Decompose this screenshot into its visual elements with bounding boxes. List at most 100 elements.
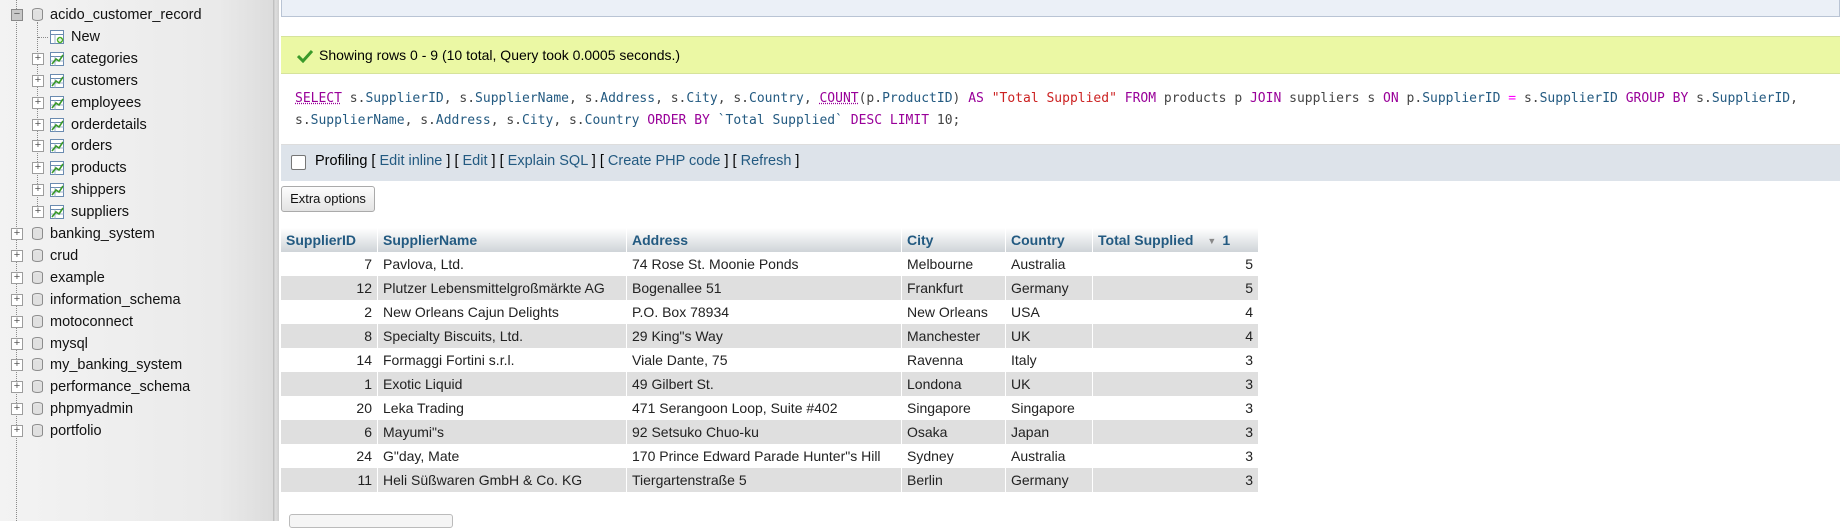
table-cell-country[interactable]: Australia bbox=[1005, 252, 1093, 276]
table-cell-city[interactable]: Frankfurt bbox=[901, 276, 1006, 300]
expand-icon[interactable]: + bbox=[11, 316, 23, 328]
expand-icon[interactable]: + bbox=[32, 206, 44, 218]
table-cell-address[interactable]: Viale Dante, 75 bbox=[626, 348, 902, 372]
expand-icon[interactable]: + bbox=[32, 53, 44, 65]
table-cell-total-supplied[interactable]: 3 bbox=[1092, 420, 1259, 444]
nav-db-example[interactable]: + example bbox=[0, 267, 270, 289]
table-row[interactable]: 8 Specialty Biscuits, Ltd. 29 King"s Way Ma… bbox=[281, 324, 1259, 348]
table-cell-suppliername[interactable]: Plutzer Lebensmittelgroßmärkte AG bbox=[377, 276, 627, 300]
table-cell-address[interactable]: Bogenallee 51 bbox=[626, 276, 902, 300]
expand-icon[interactable]: + bbox=[11, 294, 23, 306]
profiling-checkbox[interactable] bbox=[291, 155, 306, 170]
nav-table-suppliers[interactable]: + suppliers bbox=[0, 201, 270, 223]
expand-icon[interactable]: + bbox=[32, 97, 44, 109]
table-cell-city[interactable]: Sydney bbox=[901, 444, 1006, 468]
table-cell-supplierid[interactable]: 20 bbox=[281, 396, 378, 420]
edit-link[interactable]: Edit bbox=[463, 153, 488, 169]
table-cell-country[interactable]: Singapore bbox=[1005, 396, 1093, 420]
table-cell-address[interactable]: Tiergartenstraße 5 bbox=[626, 468, 902, 492]
table-cell-suppliername[interactable]: Formaggi Fortini s.r.l. bbox=[377, 348, 627, 372]
table-cell-suppliername[interactable]: Leka Trading bbox=[377, 396, 627, 420]
table-cell-address[interactable]: P.O. Box 78934 bbox=[626, 300, 902, 324]
expand-icon[interactable]: + bbox=[32, 162, 44, 174]
create-php-code-link[interactable]: Create PHP code bbox=[608, 153, 721, 169]
expand-icon[interactable]: + bbox=[11, 359, 23, 371]
table-cell-city[interactable]: New Orleans bbox=[901, 300, 1006, 324]
nav-db-portfolio[interactable]: + portfolio bbox=[0, 420, 270, 442]
expand-icon[interactable]: + bbox=[11, 425, 23, 437]
nav-table-customers[interactable]: + customers bbox=[0, 70, 270, 92]
expand-icon[interactable]: + bbox=[11, 338, 23, 350]
table-row[interactable]: 2 New Orleans Cajun Delights P.O. Box 7893… bbox=[281, 300, 1259, 324]
sql-query-box[interactable]: SELECT s.SupplierID, s.SupplierName, s.A… bbox=[281, 74, 1840, 145]
table-row[interactable]: 1 Exotic Liquid 49 Gilbert St. Londona UK 3 bbox=[281, 372, 1259, 396]
table-cell-supplierid[interactable]: 8 bbox=[281, 324, 378, 348]
table-cell-country[interactable]: USA bbox=[1005, 300, 1093, 324]
table-cell-supplierid[interactable]: 11 bbox=[281, 468, 378, 492]
table-cell-address[interactable]: 49 Gilbert St. bbox=[626, 372, 902, 396]
table-cell-suppliername[interactable]: Specialty Biscuits, Ltd. bbox=[377, 324, 627, 348]
expand-icon[interactable]: + bbox=[32, 184, 44, 196]
table-cell-total-supplied[interactable]: 3 bbox=[1092, 348, 1259, 372]
table-cell-address[interactable]: 92 Setsuko Chuo-ku bbox=[626, 420, 902, 444]
column-header-address[interactable]: Address bbox=[626, 228, 902, 252]
expand-icon[interactable]: + bbox=[11, 228, 23, 240]
extra-options-button[interactable]: Extra options bbox=[281, 186, 375, 212]
column-header-city[interactable]: City bbox=[901, 228, 1006, 252]
table-cell-country[interactable]: Germany bbox=[1005, 276, 1093, 300]
edit-inline-link[interactable]: Edit inline bbox=[379, 153, 442, 169]
table-cell-address[interactable]: 471 Serangoon Loop, Suite #402 bbox=[626, 396, 902, 420]
table-cell-supplierid[interactable]: 12 bbox=[281, 276, 378, 300]
query-results-operations[interactable] bbox=[289, 514, 453, 528]
explain-sql-link[interactable]: Explain SQL bbox=[508, 153, 588, 169]
table-cell-suppliername[interactable]: Pavlova, Ltd. bbox=[377, 252, 627, 276]
table-cell-total-supplied[interactable]: 3 bbox=[1092, 396, 1259, 420]
table-cell-city[interactable]: Osaka bbox=[901, 420, 1006, 444]
table-cell-supplierid[interactable]: 1 bbox=[281, 372, 378, 396]
nav-db-my_banking_system[interactable]: + my_banking_system bbox=[0, 354, 270, 376]
table-cell-supplierid[interactable]: 2 bbox=[281, 300, 378, 324]
table-row[interactable]: 6 Mayumi"s 92 Setsuko Chuo-ku Osaka Japan 3 bbox=[281, 420, 1259, 444]
table-cell-address[interactable]: 29 King"s Way bbox=[626, 324, 902, 348]
expand-icon[interactable]: + bbox=[11, 250, 23, 262]
nav-db-mysql[interactable]: + mysql bbox=[0, 333, 270, 355]
table-cell-city[interactable]: Manchester bbox=[901, 324, 1006, 348]
column-header-suppliername[interactable]: SupplierName bbox=[377, 228, 627, 252]
sort-descending-icon[interactable]: ▼ bbox=[1207, 236, 1216, 246]
collapse-icon[interactable]: − bbox=[11, 9, 23, 21]
table-cell-country[interactable]: UK bbox=[1005, 372, 1093, 396]
nav-table-products[interactable]: + products bbox=[0, 157, 270, 179]
table-cell-total-supplied[interactable]: 3 bbox=[1092, 468, 1259, 492]
expand-icon[interactable]: + bbox=[32, 75, 44, 87]
table-cell-total-supplied[interactable]: 3 bbox=[1092, 372, 1259, 396]
nav-db-banking_system[interactable]: + banking_system bbox=[0, 223, 270, 245]
nav-table-employees[interactable]: + employees bbox=[0, 92, 270, 114]
table-cell-address[interactable]: 74 Rose St. Moonie Ponds bbox=[626, 252, 902, 276]
table-cell-country[interactable]: Japan bbox=[1005, 420, 1093, 444]
expand-icon[interactable]: + bbox=[11, 403, 23, 415]
table-row[interactable]: 12 Plutzer Lebensmittelgroßmärkte AG Bogen… bbox=[281, 276, 1259, 300]
table-cell-total-supplied[interactable]: 3 bbox=[1092, 444, 1259, 468]
table-cell-suppliername[interactable]: G"day, Mate bbox=[377, 444, 627, 468]
table-cell-suppliername[interactable]: Mayumi"s bbox=[377, 420, 627, 444]
table-cell-total-supplied[interactable]: 4 bbox=[1092, 324, 1259, 348]
table-cell-city[interactable]: Melbourne bbox=[901, 252, 1006, 276]
expand-icon[interactable]: + bbox=[11, 272, 23, 284]
table-cell-city[interactable]: Berlin bbox=[901, 468, 1006, 492]
table-row[interactable]: 11 Heli Süßwaren GmbH & Co. KG Tiergartens… bbox=[281, 468, 1259, 492]
table-row[interactable]: 14 Formaggi Fortini s.r.l. Viale Dante, 75… bbox=[281, 348, 1259, 372]
expand-icon[interactable]: + bbox=[32, 140, 44, 152]
column-header-supplierid[interactable]: SupplierID bbox=[281, 228, 378, 252]
expand-icon[interactable]: + bbox=[11, 381, 23, 393]
refresh-link[interactable]: Refresh bbox=[741, 153, 792, 169]
table-cell-country[interactable]: UK bbox=[1005, 324, 1093, 348]
table-cell-suppliername[interactable]: Heli Süßwaren GmbH & Co. KG bbox=[377, 468, 627, 492]
table-cell-supplierid[interactable]: 6 bbox=[281, 420, 378, 444]
table-row[interactable]: 20 Leka Trading 471 Serangoon Loop, Suite … bbox=[281, 396, 1259, 420]
table-cell-total-supplied[interactable]: 5 bbox=[1092, 252, 1259, 276]
nav-db-acido_customer_record[interactable]: − acido_customer_record bbox=[0, 4, 270, 26]
nav-db-motoconnect[interactable]: + motoconnect bbox=[0, 311, 270, 333]
table-cell-country[interactable]: Italy bbox=[1005, 348, 1093, 372]
expand-icon[interactable]: + bbox=[32, 119, 44, 131]
table-cell-country[interactable]: Germany bbox=[1005, 468, 1093, 492]
